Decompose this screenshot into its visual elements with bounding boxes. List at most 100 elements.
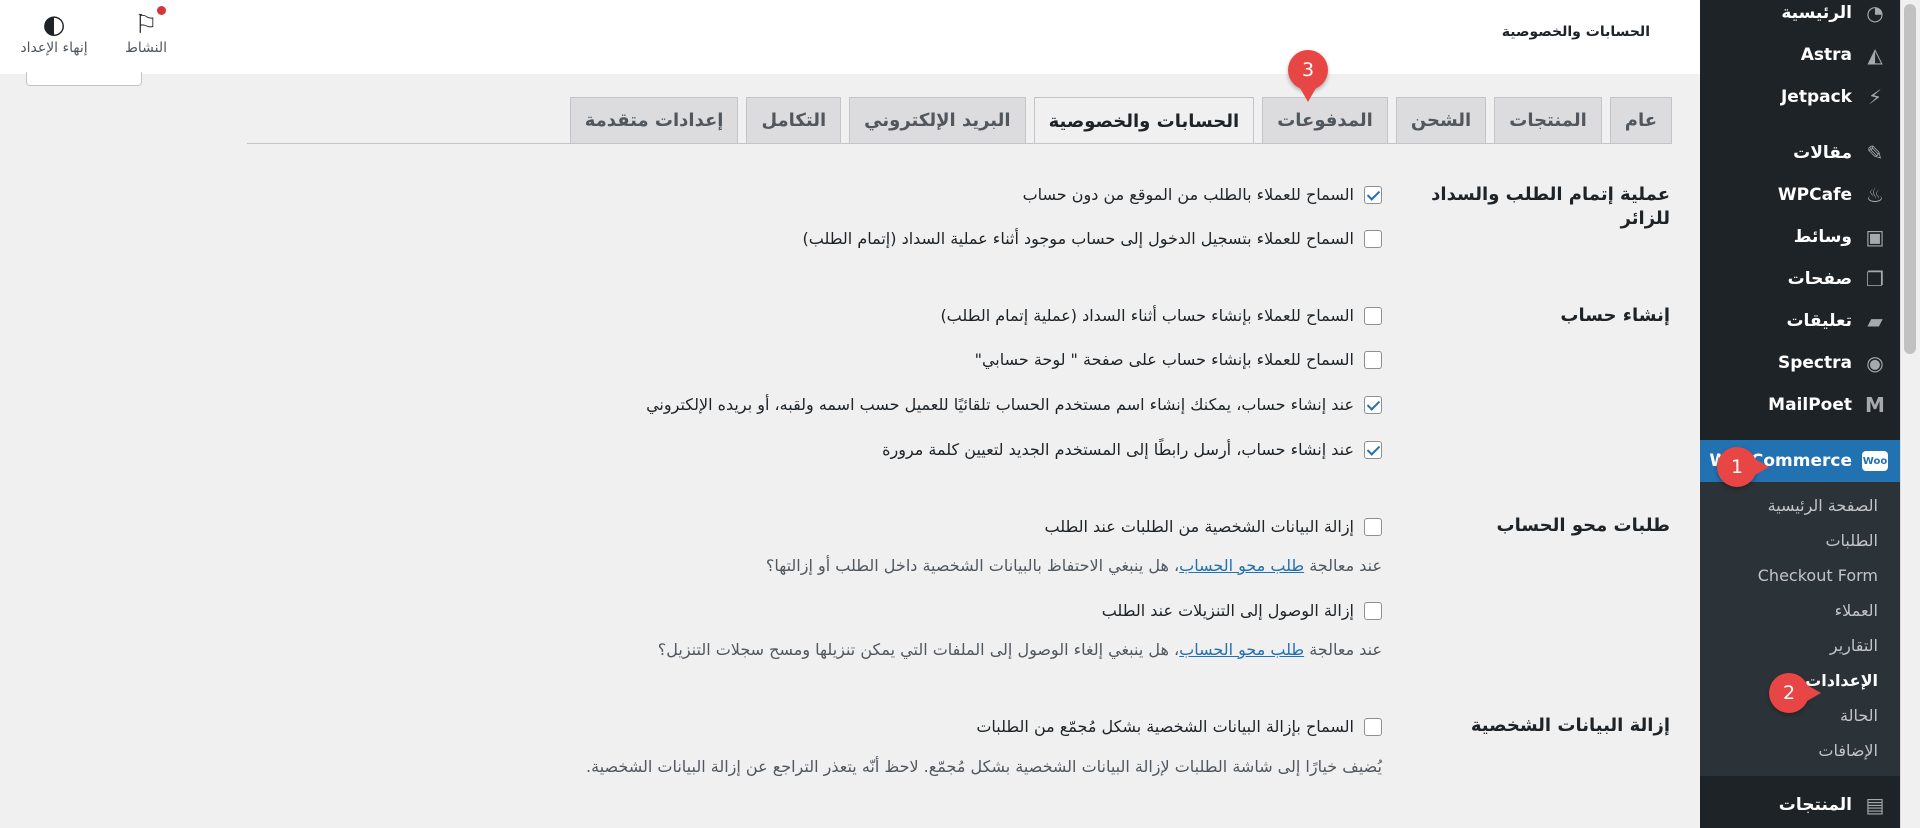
sidebar-item-wpcafe[interactable]: ♨ WPCafe [1700,174,1900,216]
sidebar-item-label: تعليقات [1786,311,1852,331]
erasure-orders-checkbox[interactable] [1364,517,1382,536]
sidebar-item-pages[interactable]: ❐ صفحات [1700,258,1900,300]
wpcafe-icon: ♨ [1866,183,1884,207]
sidebar-item-dashboard[interactable]: ◔ الرئيسية [1700,0,1900,34]
dashboard-icon: ◔ [1866,1,1884,25]
tab-shipping[interactable]: الشحن [1395,97,1487,143]
pin-icon: ✎ [1866,141,1884,165]
option-text: السماح بإزالة البيانات الشخصية بشكل مُجم… [976,717,1354,736]
step-marker-1: 1 [1717,447,1769,487]
sidebar-item-mailpoet[interactable]: M MailPoet [1700,384,1900,426]
marker-pointer [1807,685,1821,701]
sidebar-item-label: صفحات [1787,269,1852,289]
settings-tabs: عام المنتجات الشحن المدفوعات الحسابات وا… [569,97,1672,144]
submenu-item-customers[interactable]: العملاء [1700,593,1900,628]
erasure-downloads-checkbox[interactable] [1364,601,1382,620]
tab-integration[interactable]: التكامل [746,97,842,143]
submenu-item-checkout-form[interactable]: Checkout Form [1700,558,1900,593]
signup-my-account-checkbox[interactable] [1364,350,1382,369]
mailpoet-icon: M [1865,393,1885,417]
tabs-underline [247,143,1672,144]
send-password-link-option[interactable]: عند إنشاء حساب، أرسل رابطًا إلى المستخدم… [882,440,1382,459]
flag-icon: ⚐ [106,6,186,40]
activity-button[interactable]: ⚐ النشاط [106,6,186,56]
sidebar-item-label: MailPoet [1768,395,1852,415]
media-icon: ▣ [1865,225,1885,249]
signup-my-account-option[interactable]: السماح للعملاء بإنشاء حساب على صفحة " لو… [975,350,1382,369]
generate-username-checkbox[interactable] [1364,395,1382,414]
submenu-item-orders[interactable]: الطلبات [1700,523,1900,558]
submenu-item-extensions[interactable]: الإضافات [1700,733,1900,768]
option-text: السماح للعملاء بإنشاء حساب على صفحة " لو… [974,350,1354,369]
finish-setup-label: إنهاء الإعداد [20,40,88,56]
option-text: إزالة البيانات الشخصية من الطلبات عند ال… [1044,517,1354,536]
notification-dot [157,6,166,15]
marker-pointer [1300,88,1316,102]
sidebar-item-astra[interactable]: ◭ Astra [1700,34,1900,76]
sidebar-item-posts[interactable]: ✎ مقالات [1700,132,1900,174]
tab-general[interactable]: عام [1609,97,1672,143]
spectra-icon: ◉ [1866,351,1884,375]
signup-during-checkout-checkbox[interactable] [1364,306,1382,325]
tab-advanced[interactable]: إعدادات متقدمة [569,97,739,143]
top-bar: الحسابات والخصوصية ⚐ النشاط ◐ إنهاء الإع… [0,0,1700,74]
scrollbar-thumb[interactable] [1904,4,1916,354]
submenu-item-home[interactable]: الصفحة الرئيسية [1700,488,1900,523]
tab-payments[interactable]: المدفوعات [1262,97,1388,143]
option-text: عند إنشاء حساب، أرسل رابطًا إلى المستخدم… [882,440,1354,459]
sidebar-item-label: Astra [1800,45,1852,65]
tab-accounts-privacy[interactable]: الحسابات والخصوصية [1033,97,1255,144]
tab-email[interactable]: البريد الإلكتروني [849,97,1026,143]
erasure-requests-label: طلبات محو الحساب [1496,515,1671,536]
sidebar-item-comments[interactable]: ▰ تعليقات [1700,300,1900,342]
erasure-request-link[interactable]: طلب محو الحساب [1179,556,1304,575]
page-title: الحسابات والخصوصية [1501,24,1650,40]
sidebar-item-jetpack[interactable]: ⚡ Jetpack [1700,76,1900,118]
submenu-item-reports[interactable]: التقارير [1700,628,1900,663]
guest-checkout-label: عملية إتمام الطلب والسداد للزائر [1431,184,1670,229]
option-text: السماح للعملاء بتسجيل الدخول إلى حساب مو… [802,229,1354,248]
sidebar-item-label: Spectra [1777,353,1852,373]
option-text: السماح للعملاء بإنشاء حساب أثناء السداد … [940,306,1354,325]
login-during-checkout-checkbox[interactable] [1364,229,1382,248]
send-password-link-checkbox[interactable] [1364,440,1382,459]
login-during-checkout-option[interactable]: السماح للعملاء بتسجيل الدخول إلى حساب مو… [803,229,1382,248]
sidebar-item-label: وسائط [1793,227,1852,247]
collapsed-panel-edge [26,72,142,86]
sidebar-item-media[interactable]: ▣ وسائط [1700,216,1900,258]
sidebar-item-label: المنتجات [1778,795,1852,815]
bulk-removal-option[interactable]: السماح بإزالة البيانات الشخصية بشكل مُجم… [976,717,1382,736]
account-creation-label: إنشاء حساب [1560,305,1670,326]
personal-data-removal-label: إزالة البيانات الشخصية [1470,715,1670,736]
signup-during-checkout-option[interactable]: السماح للعملاء بإنشاء حساب أثناء السداد … [940,306,1382,325]
erasure-downloads-description: عند معالجة طلب محو الحساب، هل ينبغي إلغا… [657,640,1382,659]
astra-icon: ◭ [1867,43,1883,67]
sidebar-item-products[interactable]: ▤ المنتجات [1700,784,1900,826]
sidebar-separator [1700,118,1900,132]
sidebar-item-label: Jetpack [1780,87,1852,107]
erasure-request-link[interactable]: طلب محو الحساب [1179,640,1304,659]
guest-checkout-option[interactable]: السماح للعملاء بالطلب من الموقع من دون ح… [1023,185,1382,204]
sidebar-item-spectra[interactable]: ◉ Spectra [1700,342,1900,384]
comments-icon: ▰ [1867,309,1883,333]
marker-pointer [1755,459,1769,475]
erasure-downloads-option[interactable]: إزالة الوصول إلى التنزيلات عند الطلب [1102,601,1382,620]
generate-username-option[interactable]: عند إنشاء حساب، يمكنك إنشاء اسم مستخدم ا… [646,395,1382,414]
pages-icon: ❐ [1866,267,1884,291]
step-marker-3: 3 [1288,50,1328,102]
half-circle-icon: ◐ [42,10,66,40]
option-text: السماح للعملاء بالطلب من الموقع من دون ح… [1022,185,1354,204]
sidebar-separator [1700,426,1900,440]
tab-products[interactable]: المنتجات [1494,97,1602,143]
jetpack-icon: ⚡ [1867,85,1883,109]
guest-checkout-checkbox[interactable] [1364,185,1382,204]
bulk-removal-checkbox[interactable] [1364,717,1382,736]
products-icon: ▤ [1865,793,1885,817]
finish-setup-button[interactable]: ◐ إنهاء الإعداد [14,10,94,56]
activity-label: النشاط [124,40,168,56]
page-scrollbar[interactable] [1900,0,1920,828]
bulk-removal-description: يُضيف خيارًا إلى شاشة الطلبات لإزالة الب… [586,757,1382,776]
woocommerce-icon: Woo [1862,448,1888,474]
erasure-orders-option[interactable]: إزالة البيانات الشخصية من الطلبات عند ال… [1044,517,1382,536]
option-text: عند إنشاء حساب، يمكنك إنشاء اسم مستخدم ا… [646,395,1354,414]
